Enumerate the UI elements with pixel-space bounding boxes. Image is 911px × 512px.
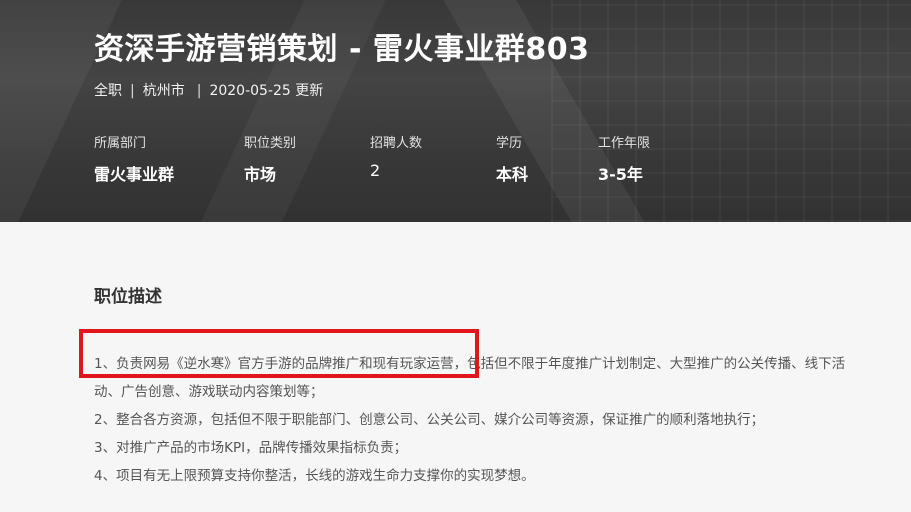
list-item: 1、负责网易《逆水寒》官方手游的品牌推广和现有玩家运营，包括但不限于年度推广计划… [94,356,846,400]
job-updated: 2020-05-25 更新 [209,83,324,99]
attr-value: 雷火事业群 [94,165,175,184]
section-title: 职位描述 [94,287,162,307]
attr-department: 所属部门 雷火事业群 [94,132,174,185]
job-title: 资深手游营销策划 - 雷火事业群803 [94,32,590,67]
attr-label: 学历 [496,136,523,151]
attr-label: 工作年限 [598,136,651,151]
meta-separator: | [196,83,202,99]
attr-education: 学历 本科 [496,132,528,185]
attr-value: 本科 [496,165,529,184]
description-list: 1、负责网易《逆水寒》官方手游的品牌推广和现有玩家运营，包括但不限于年度推广计划… [94,350,854,490]
attr-experience: 工作年限 3-5年 [598,132,650,185]
list-item: 4、项目有无上限预算支持你整活，长线的游戏生命力支撑你的实现梦想。 [94,468,535,484]
attr-category: 职位类别 市场 [244,132,296,185]
job-description-section: 职位描述 1、负责网易《逆水寒》官方手游的品牌推广和现有玩家运营，包括但不限于年… [0,222,911,512]
job-city: 杭州市 [142,83,185,99]
attr-value: 3-5年 [598,165,643,184]
attr-label: 招聘人数 [370,136,423,151]
attr-label: 职位类别 [244,136,297,151]
job-meta: 全职 | 杭州市 | 2020-05-25 更新 [94,80,323,100]
attr-headcount: 招聘人数 2 [370,132,422,180]
attr-value: 2 [370,161,381,180]
attr-label: 所属部门 [94,136,147,151]
job-type: 全职 [94,83,122,99]
job-header-banner: 资深手游营销策划 - 雷火事业群803 全职 | 杭州市 | 2020-05-25 更新… [0,0,911,222]
meta-separator: | [130,83,135,99]
list-item: 2、整合各方资源，包括但不限于职能部门、创意公司、公关公司、媒介公司等资源，保证… [94,412,765,428]
list-item: 3、对推广产品的市场KPI，品牌传播效果指标负责； [94,440,408,456]
job-attributes: 所属部门 雷火事业群 职位类别 市场 招聘人数 2 学历 本科 工作年限 3-5… [94,132,854,192]
attr-value: 市场 [244,165,277,184]
